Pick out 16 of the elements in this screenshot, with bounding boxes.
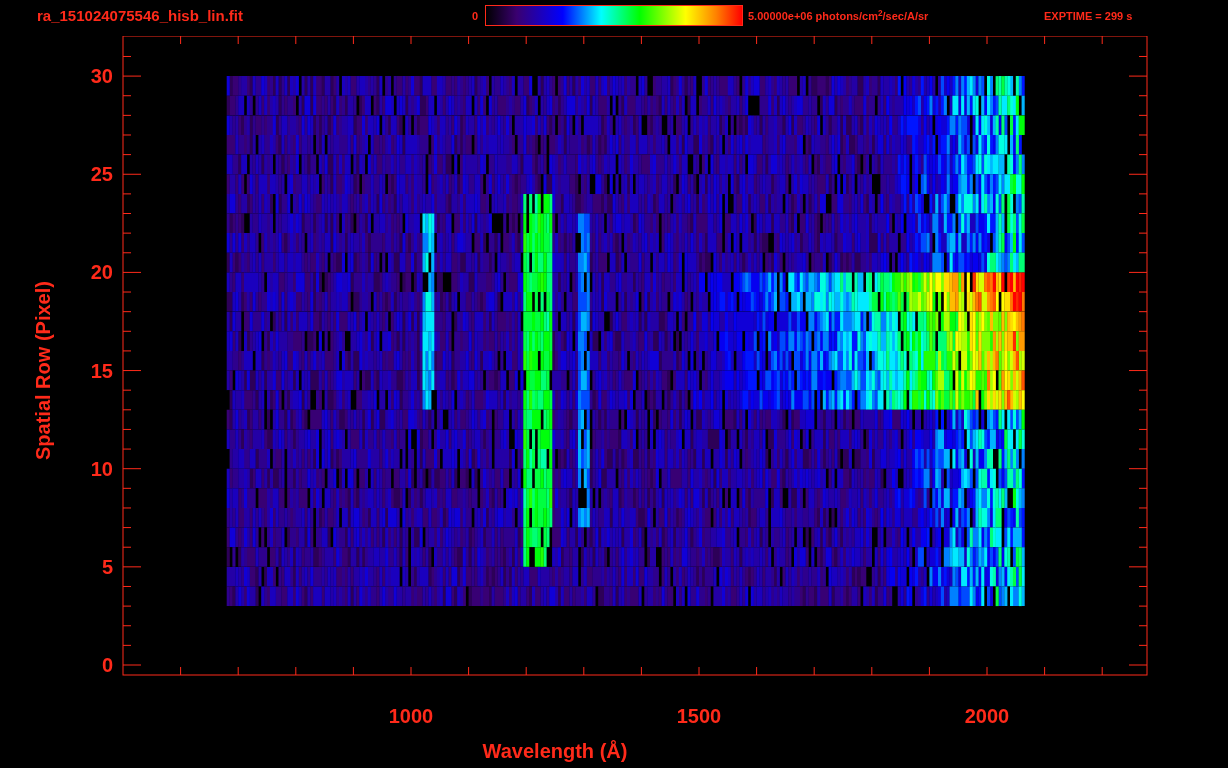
y-tick-label: 30 (90, 65, 113, 88)
colorbar-max-label: 5.00000e+06 photons/cm$^{2}$/sec/A/sr (748, 7, 930, 24)
y-tick-label: 25 (90, 163, 113, 186)
y-tick-label: 10 (90, 457, 113, 480)
y-tick-label: 15 (90, 359, 113, 382)
y-tick-label: 0 (101, 654, 113, 676)
y-tick-label: 5 (101, 555, 113, 578)
file-title: ra_151024075546_hisb_lin.fit (37, 7, 244, 25)
x-tick-label: 1000 (388, 705, 434, 727)
x-tick-label: 2000 (964, 705, 1010, 727)
x-tick-label: 1500 (676, 705, 722, 727)
colorbar-min-label: 0 (472, 9, 480, 24)
y-axis-title: Spatial Row (Pixel) (32, 281, 54, 460)
x-axis-title: Wavelength (Å) (482, 740, 628, 762)
y-tick-label: 20 (90, 261, 113, 284)
exposure-time: EXPTIME = 299 s (1044, 9, 1133, 24)
